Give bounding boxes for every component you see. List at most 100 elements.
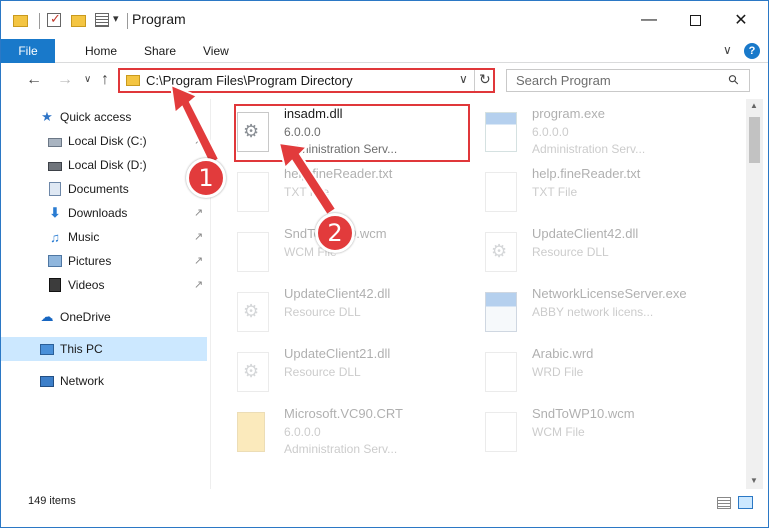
recent-locations-chevron-icon[interactable]: ∨	[84, 74, 91, 85]
sidebar-item-videos[interactable]: Videos ↗	[1, 273, 207, 297]
sidebar-item-downloads[interactable]: ⬇ Downloads ↗	[1, 201, 207, 225]
file-item[interactable]: Arabic.wrd WRD File	[460, 343, 700, 403]
download-icon: ⬇	[49, 205, 61, 220]
scroll-up-icon[interactable]: ▲	[750, 101, 758, 110]
tab-view[interactable]: View	[203, 39, 229, 63]
pin-icon[interactable]: ↗	[194, 206, 203, 219]
search-input[interactable]: Search Program ⚲	[506, 69, 750, 92]
file-item[interactable]: UpdateClient42.dll Resource DLL	[212, 283, 452, 343]
tab-home[interactable]: Home	[85, 39, 117, 63]
file-item[interactable]: UpdateClient21.dll Resource DLL	[212, 343, 452, 403]
vertical-scrollbar[interactable]: ▲ ▼	[746, 99, 763, 489]
step-2-badge: 2	[315, 213, 355, 253]
file-name: program.exe	[532, 106, 605, 121]
file-type: Resource DLL	[284, 305, 361, 319]
folder-icon	[126, 75, 140, 86]
documents-icon	[48, 182, 62, 196]
file-item[interactable]: SndToWP10.wcm WCM File	[460, 403, 700, 463]
address-history-chevron-icon[interactable]: ∨	[459, 72, 468, 86]
back-arrow-icon[interactable]: ←	[26, 71, 42, 89]
text-file-icon	[237, 172, 269, 212]
refresh-icon[interactable]: ↻	[479, 71, 491, 88]
sidebar-item-local-disk-d[interactable]: Local Disk (D:)	[1, 153, 207, 177]
pictures-icon	[48, 254, 62, 268]
customize-toolbar-chevron-icon[interactable]: ▾	[113, 12, 119, 25]
address-bar[interactable]: C:\Program Files\Program Directory ∨ ↻	[118, 68, 495, 93]
properties-icon[interactable]	[47, 11, 61, 27]
search-placeholder: Search Program	[516, 73, 611, 88]
sidebar-item-onedrive[interactable]: ☁ OneDrive	[1, 305, 207, 329]
file-item[interactable]: NetworkLicenseServer.exe ABBY network li…	[460, 283, 700, 343]
sidebar-item-this-pc[interactable]: This PC	[1, 337, 207, 361]
up-arrow-icon[interactable]: ↑	[101, 71, 109, 89]
videos-icon	[48, 278, 62, 292]
sidebar-item-quick-access[interactable]: ★ Quick access	[1, 105, 207, 129]
sidebar-item-label: This PC	[60, 342, 103, 356]
pin-icon[interactable]: ↗	[194, 230, 203, 243]
sidebar-item-label: Local Disk (C:)	[68, 134, 147, 148]
search-icon[interactable]: ⚲	[725, 71, 743, 89]
status-bar: 149 items	[1, 491, 768, 527]
pin-icon[interactable]: ↗	[194, 254, 203, 267]
file-type: ABBY network licens...	[532, 305, 654, 319]
expand-ribbon-chevron-icon[interactable]: ∨	[723, 43, 732, 57]
file-item[interactable]: program.exe 6.0.0.0 Administration Serv.…	[460, 103, 700, 163]
file-name: Microsoft.VC90.CRT	[284, 406, 403, 421]
sidebar-item-local-disk-c[interactable]: Local Disk (C:) ↗	[1, 129, 207, 153]
highlighted-file-frame	[234, 104, 470, 162]
file-name: SndToWP10.wcm	[532, 406, 635, 421]
file-item[interactable]: UpdateClient42.dll Resource DLL	[460, 223, 700, 283]
sidebar-item-label: Local Disk (D:)	[68, 158, 147, 172]
sidebar-item-label: Quick access	[60, 110, 132, 124]
file-description: Administration Serv...	[532, 142, 646, 156]
help-icon[interactable]: ?	[744, 43, 760, 59]
scroll-down-icon[interactable]: ▼	[750, 476, 758, 485]
cloud-icon: ☁	[40, 309, 54, 324]
new-folder-icon[interactable]	[71, 15, 86, 27]
navigation-pane: ★ Quick access Local Disk (C:) ↗ Local D…	[1, 99, 211, 489]
file-version: 6.0.0.0	[532, 125, 569, 139]
file-name: UpdateClient21.dll	[284, 346, 391, 361]
file-type: Resource DLL	[284, 365, 361, 379]
tab-share[interactable]: Share	[144, 39, 176, 63]
maximize-button[interactable]	[672, 1, 718, 39]
dll-file-icon	[237, 352, 269, 392]
file-icon	[485, 352, 517, 392]
sidebar-item-documents[interactable]: Documents ↗	[1, 177, 207, 201]
details-view-icon[interactable]	[717, 497, 731, 509]
exe-file-icon	[485, 112, 517, 152]
sidebar-item-music[interactable]: ♫ Music ↗	[1, 225, 207, 249]
file-name: UpdateClient42.dll	[532, 226, 639, 241]
divider	[474, 70, 475, 91]
minimize-button[interactable]: —	[626, 1, 672, 39]
view-options-icon[interactable]	[95, 13, 109, 27]
tab-file[interactable]: File	[1, 39, 55, 63]
sidebar-item-pictures[interactable]: Pictures ↗	[1, 249, 207, 273]
sidebar-item-label: Pictures	[68, 254, 112, 268]
file-version: 6.0.0.0	[284, 425, 321, 439]
scrollbar-thumb[interactable]	[749, 117, 760, 163]
file-name: NetworkLicenseServer.exe	[532, 286, 687, 301]
file-type: TXT File	[532, 185, 578, 199]
pin-icon[interactable]: ↗	[194, 278, 203, 291]
close-button[interactable]: ✕	[718, 1, 764, 39]
sidebar-item-network[interactable]: Network	[1, 369, 207, 393]
network-icon	[40, 374, 54, 388]
address-path[interactable]: C:\Program Files\Program Directory	[146, 73, 353, 88]
file-item[interactable]: Microsoft.VC90.CRT 6.0.0.0 Administratio…	[212, 403, 452, 463]
disk-icon	[48, 158, 62, 172]
forward-arrow-icon[interactable]: →	[57, 71, 73, 89]
title-bar[interactable]: ▾ Program — ✕	[1, 1, 768, 39]
sidebar-item-label: Videos	[68, 278, 105, 292]
folder-icon[interactable]	[13, 15, 28, 27]
step-1-badge: 1	[186, 158, 226, 198]
text-file-icon	[485, 172, 517, 212]
file-item[interactable]: help.fineReader.txt TXT File	[460, 163, 700, 223]
sidebar-item-label: Downloads	[68, 206, 128, 220]
folder-icon	[237, 412, 265, 452]
file-type: WRD File	[532, 365, 584, 379]
pin-icon[interactable]: ↗	[194, 134, 203, 147]
large-icons-view-icon[interactable]	[738, 496, 753, 509]
explorer-window: ▾ Program — ✕ File Home Share View ∨ ? ←…	[0, 0, 769, 528]
dll-file-icon	[485, 232, 517, 272]
